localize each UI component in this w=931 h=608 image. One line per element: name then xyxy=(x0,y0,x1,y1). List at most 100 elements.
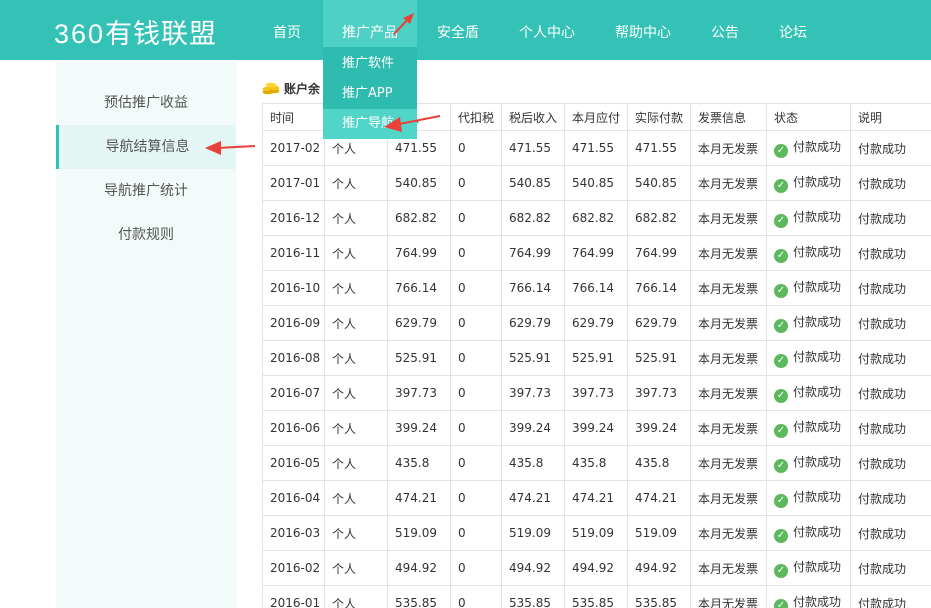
table-row: 2016-05 个人 435.8 0 435.8 435.8 435.8 本月无发票 ✓ 付款成功… xyxy=(262,445,931,481)
cell-time-text: 2016-09 xyxy=(270,316,321,330)
nav-announcements[interactable]: 公告 xyxy=(701,0,749,60)
cell-status: ✓ 付款成功 xyxy=(766,305,851,341)
cell-amount-due-text: 766.14 xyxy=(572,281,614,295)
cell-income-text: 397.73 xyxy=(395,386,437,400)
cell-time: 2016-11 xyxy=(262,235,325,271)
check-circle-icon: ✓ xyxy=(774,564,788,578)
sidebar-item-settlement-info[interactable]: 导航结算信息 xyxy=(56,125,236,169)
cell-description-text: 付款成功 xyxy=(858,316,907,331)
check-circle-icon: ✓ xyxy=(774,319,788,333)
cell-status: ✓ 付款成功 xyxy=(766,410,851,446)
cell-time: 2016-09 xyxy=(262,305,325,341)
cell-after-tax-income-text: 764.99 xyxy=(509,246,551,260)
cell-description-text: 付款成功 xyxy=(858,386,907,401)
nav-help-center[interactable]: 帮助中心 xyxy=(606,0,680,60)
cell-description: 付款成功 xyxy=(850,305,931,341)
cell-description-text: 付款成功 xyxy=(858,351,907,366)
sidebar-item-estimated-income[interactable]: 预估推广收益 xyxy=(56,81,236,125)
cell-description: 付款成功 xyxy=(850,340,931,376)
check-circle-icon: ✓ xyxy=(774,249,788,263)
cell-after-tax-income-text: 474.21 xyxy=(509,491,551,505)
cell-withheld-tax: 0 xyxy=(450,550,502,586)
cell-type-text: 个人 xyxy=(332,351,357,366)
cell-after-tax-income-text: 525.91 xyxy=(509,351,551,365)
cell-invoice-info: 本月无发票 xyxy=(690,375,767,411)
nav-personal-center[interactable]: 个人中心 xyxy=(510,0,584,60)
cell-amount-due-text: 471.55 xyxy=(572,141,614,155)
cell-after-tax-income-text: 540.85 xyxy=(509,176,551,190)
cell-amount-due: 764.99 xyxy=(564,235,628,271)
cell-income: 435.8 xyxy=(387,445,451,481)
cell-after-tax-income: 519.09 xyxy=(501,515,565,551)
cell-invoice-info: 本月无发票 xyxy=(690,165,767,201)
cell-amount-due-text: 629.79 xyxy=(572,316,614,330)
cell-after-tax-income-text: 535.85 xyxy=(509,596,551,608)
cell-income-text: 535.85 xyxy=(395,596,437,608)
cell-description: 付款成功 xyxy=(850,410,931,446)
cell-after-tax-income: 525.91 xyxy=(501,340,565,376)
cell-time-text: 2016-03 xyxy=(270,526,321,540)
sidebar-item-payment-rules[interactable]: 付款规则 xyxy=(56,213,236,257)
cell-after-tax-income: 397.73 xyxy=(501,375,565,411)
check-circle-icon: ✓ xyxy=(774,284,788,298)
cell-status-text: 付款成功 xyxy=(793,315,842,329)
cell-after-tax-income-text: 629.79 xyxy=(509,316,551,330)
cell-invoice-info-text: 本月无发票 xyxy=(698,351,759,366)
cell-invoice-info-text: 本月无发票 xyxy=(698,246,759,261)
dropdown-item-navigation[interactable]: 推广导航 xyxy=(323,109,417,139)
cell-withheld-tax: 0 xyxy=(450,515,502,551)
settlement-table-container: 时间 收入 代扣税 税后收入 本月应付 实际付款 发票信息 状态 说明 2017… xyxy=(262,103,931,608)
cell-amount-due: 494.92 xyxy=(564,550,628,586)
nav-security-shield[interactable]: 安全盾 xyxy=(428,0,488,60)
cell-time-text: 2017-01 xyxy=(270,176,321,190)
table-row: 2016-11 个人 764.99 0 764.99 764.99 764.99 本月无发票 ✓… xyxy=(262,235,931,271)
cell-withheld-tax-text: 0 xyxy=(458,561,466,575)
cell-actual-payment: 540.85 xyxy=(627,165,691,201)
cell-time-text: 2016-02 xyxy=(270,561,321,575)
nav-home[interactable]: 首页 xyxy=(262,0,312,60)
cell-amount-due-text: 540.85 xyxy=(572,176,614,190)
cell-actual-payment: 629.79 xyxy=(627,305,691,341)
cell-actual-payment-text: 766.14 xyxy=(635,281,677,295)
check-circle-icon: ✓ xyxy=(774,144,788,158)
cell-status-text: 付款成功 xyxy=(793,420,842,434)
cell-description-text: 付款成功 xyxy=(858,281,907,296)
cell-withheld-tax-text: 0 xyxy=(458,176,466,190)
cell-after-tax-income: 471.55 xyxy=(501,130,565,166)
dropdown-item-app[interactable]: 推广APP xyxy=(323,79,417,109)
cell-status-text: 付款成功 xyxy=(793,525,842,539)
cell-description-text: 付款成功 xyxy=(858,141,907,156)
cell-status: ✓ 付款成功 xyxy=(766,200,851,236)
cell-invoice-info: 本月无发票 xyxy=(690,480,767,516)
cell-description: 付款成功 xyxy=(850,130,931,166)
cell-description: 付款成功 xyxy=(850,550,931,586)
cell-actual-payment: 397.73 xyxy=(627,375,691,411)
promote-products-dropdown: 推广软件 推广APP 推广导航 xyxy=(323,47,417,139)
cell-invoice-info: 本月无发票 xyxy=(690,340,767,376)
cell-time-text: 2016-10 xyxy=(270,281,321,295)
cell-description-text: 付款成功 xyxy=(858,456,907,471)
cell-status: ✓ 付款成功 xyxy=(766,550,851,586)
cell-description: 付款成功 xyxy=(850,585,931,608)
cell-actual-payment: 494.92 xyxy=(627,550,691,586)
cell-actual-payment: 399.24 xyxy=(627,410,691,446)
cell-withheld-tax: 0 xyxy=(450,270,502,306)
header-status: 状态 xyxy=(766,103,851,131)
cell-status: ✓ 付款成功 xyxy=(766,340,851,376)
dropdown-item-software[interactable]: 推广软件 xyxy=(323,49,417,79)
table-row: 2016-07 个人 397.73 0 397.73 397.73 397.73 本月无发票 ✓… xyxy=(262,375,931,411)
sidebar-item-promotion-stats[interactable]: 导航推广统计 xyxy=(56,169,236,213)
cell-income-text: 471.55 xyxy=(395,141,437,155)
cell-income: 766.14 xyxy=(387,270,451,306)
cell-income: 629.79 xyxy=(387,305,451,341)
cell-time: 2016-01 xyxy=(262,585,325,608)
cell-income: 764.99 xyxy=(387,235,451,271)
cell-status-text: 付款成功 xyxy=(793,490,842,504)
site-logo[interactable]: 360有钱联盟 xyxy=(54,12,217,51)
table-row: 2016-09 个人 629.79 0 629.79 629.79 629.79 本月无发票 ✓… xyxy=(262,305,931,341)
header-withheld-tax: 代扣税 xyxy=(450,103,502,131)
cell-withheld-tax-text: 0 xyxy=(458,316,466,330)
cell-withheld-tax-text: 0 xyxy=(458,141,466,155)
nav-forum[interactable]: 论坛 xyxy=(769,0,817,60)
cell-time: 2016-06 xyxy=(262,410,325,446)
